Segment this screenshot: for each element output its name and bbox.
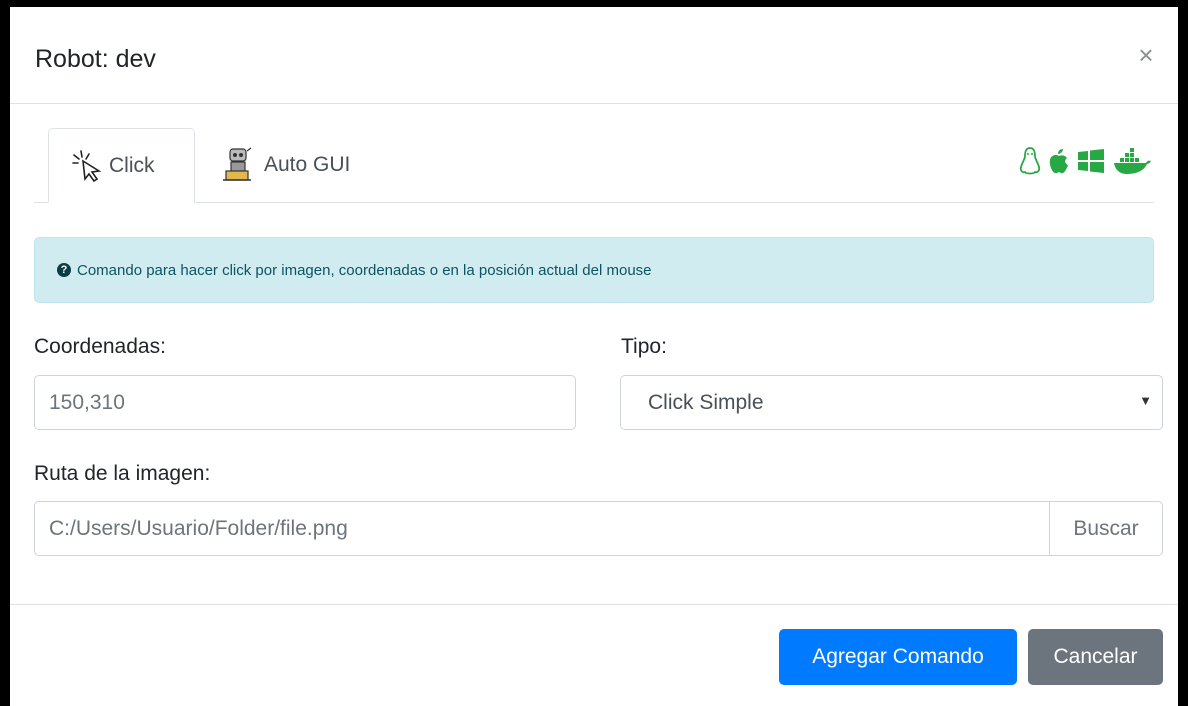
modal-header: Robot: dev × xyxy=(10,7,1178,104)
dropdown-arrow-icon: ▼ xyxy=(1139,393,1152,408)
tab-click-label: Click xyxy=(109,153,155,177)
footer-divider xyxy=(10,604,1178,605)
docker-icon xyxy=(1112,147,1152,180)
type-label: Tipo: xyxy=(621,335,667,358)
question-circle-icon: ? xyxy=(57,263,71,277)
coordinates-input[interactable]: 150,310 xyxy=(34,375,576,430)
coordinates-placeholder: 150,310 xyxy=(49,390,125,414)
image-path-label: Ruta de la imagen: xyxy=(34,462,211,485)
cancel-button[interactable]: Cancelar xyxy=(1028,629,1163,685)
linux-icon xyxy=(1019,146,1041,181)
tab-auto-gui-label: Auto GUI xyxy=(264,153,351,176)
windows-icon xyxy=(1077,148,1105,179)
type-selected-value: Click Simple xyxy=(648,390,764,414)
robot-icon xyxy=(220,145,260,185)
browse-button[interactable]: Buscar xyxy=(1049,501,1163,556)
modal-title: Robot: dev xyxy=(35,45,156,73)
type-select[interactable]: Click Simple ▼ xyxy=(620,375,1163,430)
image-path-placeholder: C:/Users/Usuario/Folder/file.png xyxy=(49,516,348,540)
close-icon: × xyxy=(1138,40,1154,70)
alert-text: Comando para hacer click por imagen, coo… xyxy=(77,261,652,279)
add-command-button[interactable]: Agregar Comando xyxy=(779,629,1017,685)
info-alert: ? Comando para hacer click por imagen, c… xyxy=(34,237,1154,303)
os-icons xyxy=(1019,146,1152,181)
tab-click[interactable]: Click xyxy=(48,128,195,203)
tab-auto-gui[interactable]: Auto GUI xyxy=(220,128,390,202)
image-path-input[interactable]: C:/Users/Usuario/Folder/file.png xyxy=(34,501,1050,556)
modal-dialog: Robot: dev × Click Auto GUI ? Comando pa… xyxy=(0,0,1188,706)
tab-bar: Click Auto GUI xyxy=(34,128,1154,203)
coordinates-label: Coordenadas: xyxy=(34,335,166,358)
apple-icon xyxy=(1048,147,1070,180)
close-button[interactable]: × xyxy=(1134,40,1158,70)
cursor-click-icon xyxy=(71,149,105,183)
